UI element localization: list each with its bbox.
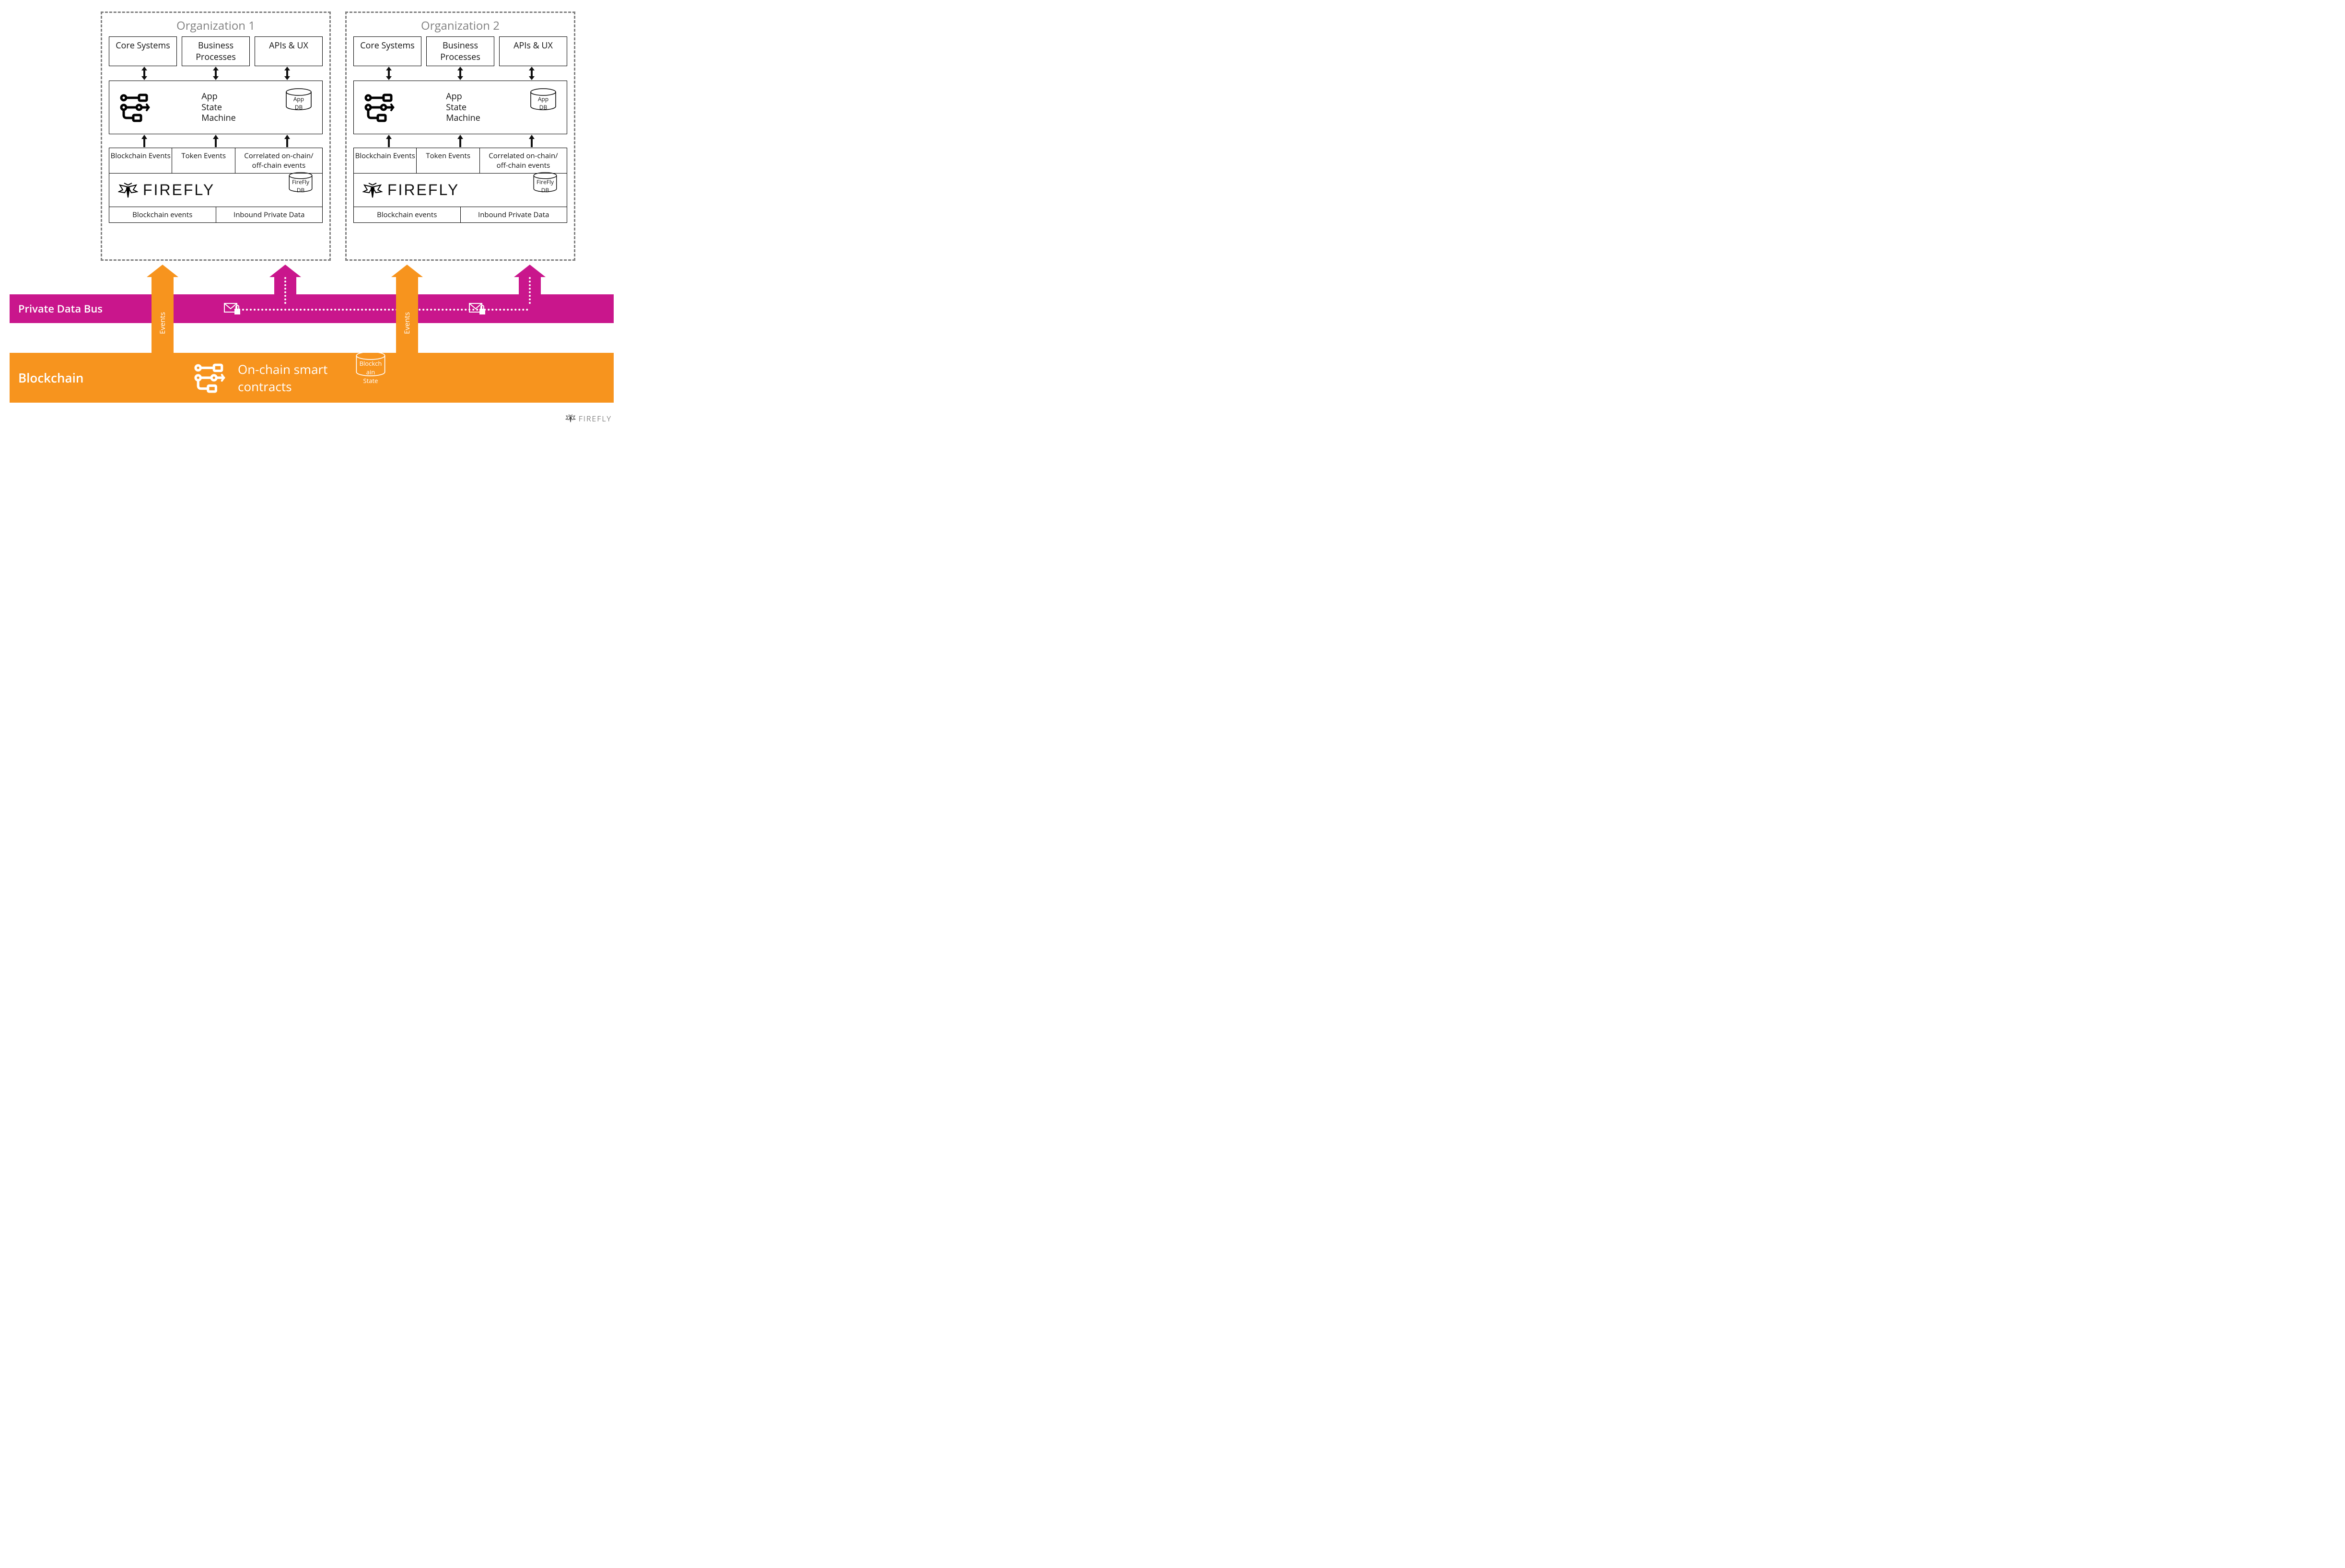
up-arrow-icon [212,135,219,147]
blockchain-state-label: Blockch ain State [355,359,386,385]
onchain-label: On-chain smart contracts [238,360,327,395]
up-arrows-row [353,135,567,147]
events-arrow-2: Events [396,277,418,369]
footer-wordmark: FIREFLY [579,413,612,424]
dotted-path-v [529,277,531,304]
box-core-systems: Core Systems [353,36,421,66]
up-arrow-icon [141,135,148,147]
org-1-title: Organization 1 [109,18,323,34]
box-core-systems: Core Systems [109,36,177,66]
box-apis-ux: APIs & UX [499,36,567,66]
private-data-arrow-1 [274,277,296,304]
events-row: Blockchain Events Token Events Correlate… [353,148,567,174]
correlated-events-box: Correlated on-chain/ off-chain events [480,148,567,174]
inbound-private-data-label: Inbound Private Data [461,207,568,223]
org-2-title: Organization 2 [353,18,567,34]
up-arrow-icon [457,135,464,147]
app-state-machine-box: App State Machine App DB [353,81,567,134]
firefly-row: FIREFLY FireFly DB [353,174,567,207]
firefly-db: FireFly DB [532,172,558,209]
app-state-machine-box: App State Machine App DB [109,81,323,134]
firefly-bee-icon [118,182,138,198]
firefly-logo: FIREFLY [118,181,215,199]
events-arrow-label: Events [402,312,412,334]
events-arrow-label: Events [158,312,167,334]
app-state-machine-label: App State Machine [201,91,236,124]
top-boxes-row: Core Systems Business Processes APIs & U… [109,36,323,66]
token-events-box: Token Events [172,148,235,174]
firefly-wordmark: FIREFLY [143,181,215,199]
blockchain-bar: Blockchain On-chain smart contracts Bloc… [10,353,614,403]
firefly-bee-icon [362,182,383,198]
firefly-wordmark: FIREFLY [387,181,459,199]
blockchain-events-label: Blockchain events [109,207,216,223]
encrypted-mail-icon [224,302,241,315]
up-arrows-row [109,135,323,147]
blockchain-state-db: Blockch ain State [355,350,386,405]
app-state-machine-label: App State Machine [446,91,480,124]
bottom-row: Blockchain events Inbound Private Data [353,207,567,223]
footer-logo: FIREFLY [565,413,612,424]
dotted-path-v [284,277,286,304]
onchain-smart-contracts: On-chain smart contracts [192,360,327,395]
firefly-db-label: FireFly DB [292,178,309,194]
double-arrow-icon [282,67,292,80]
double-arrow-icon [140,67,149,80]
firefly-logo: FIREFLY [362,181,459,199]
double-arrow-icon [384,67,394,80]
double-arrow-icon [455,67,465,80]
up-arrow-icon [284,135,291,147]
firefly-bee-icon [565,414,576,423]
app-db-label: App DB [293,95,304,111]
box-business-processes: Business Processes [426,36,494,66]
flow-icon [192,362,229,394]
org-1-container: Organization 1 Core Systems Business Pro… [101,12,331,261]
flow-icon [363,92,397,123]
up-arrow-icon [528,135,535,147]
blockchain-events-box: Blockchain Events [353,148,417,174]
firefly-db: FireFly DB [288,172,314,209]
blockchain-events-box: Blockchain Events [109,148,172,174]
box-business-processes: Business Processes [182,36,250,66]
double-arrow-icon [211,67,221,80]
architecture-diagram: Organization 1 Core Systems Business Pro… [10,10,614,407]
events-row: Blockchain Events Token Events Correlate… [109,148,323,174]
firefly-db-label: FireFly DB [537,178,554,194]
inbound-private-data-label: Inbound Private Data [216,207,323,223]
top-boxes-row: Core Systems Business Processes APIs & U… [353,36,567,66]
double-arrow-icon [527,67,537,80]
correlated-events-box: Correlated on-chain/ off-chain events [235,148,323,174]
private-data-bus-label: Private Data Bus [18,302,103,316]
bidirectional-arrows-row [353,67,567,80]
bottom-row: Blockchain events Inbound Private Data [109,207,323,223]
box-apis-ux: APIs & UX [255,36,323,66]
flow-icon [119,92,152,123]
bidirectional-arrows-row [109,67,323,80]
private-data-arrow-2 [519,277,541,304]
app-db: App DB [285,88,313,127]
blockchain-label: Blockchain [18,369,83,386]
up-arrow-icon [385,135,392,147]
app-db-label: App DB [538,95,548,111]
app-db: App DB [529,88,557,127]
encrypted-mail-icon [469,302,486,315]
blockchain-events-label: Blockchain events [353,207,461,223]
firefly-row: FIREFLY FireFly DB [109,174,323,207]
events-arrow-1: Events [152,277,174,369]
org-2-container: Organization 2 Core Systems Business Pro… [345,12,575,261]
token-events-box: Token Events [417,148,479,174]
